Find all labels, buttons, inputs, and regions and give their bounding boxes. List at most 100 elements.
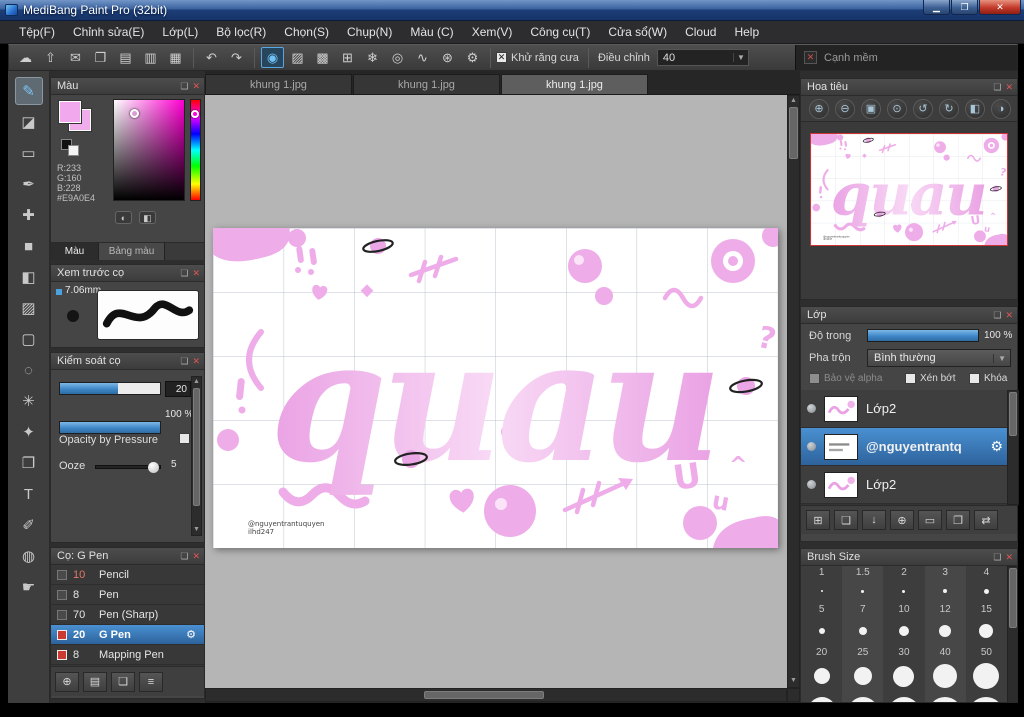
brush-settings-gear-icon[interactable]: ⚙ xyxy=(186,628,196,641)
bucket-tool[interactable]: ◧ xyxy=(15,263,43,291)
size-dot[interactable] xyxy=(883,659,925,693)
duplicate-layer-button[interactable]: ❏ xyxy=(834,510,858,530)
text-tool[interactable]: T xyxy=(15,480,43,508)
new-brush-button[interactable]: ▤ xyxy=(83,671,107,692)
brush-menu-button[interactable]: ≡ xyxy=(139,671,163,692)
zoom-actual-icon[interactable]: ⊙ xyxy=(887,98,907,119)
undo-icon[interactable]: ↶ xyxy=(200,47,223,68)
brush-row-gpen-selected[interactable]: 20 G Pen ⚙ xyxy=(51,625,204,645)
mini-swatch-white[interactable] xyxy=(68,145,79,156)
size-label[interactable]: 40 xyxy=(924,646,966,659)
size-label[interactable]: 20 xyxy=(801,646,843,659)
size-dot[interactable] xyxy=(965,616,1007,646)
float-panel-icon[interactable]: ❏ xyxy=(993,82,1001,93)
adjust-combo[interactable]: 40 ▼ xyxy=(656,49,749,66)
brush-size-scrollbar[interactable] xyxy=(1007,566,1017,702)
ooze-slider-knob[interactable] xyxy=(148,462,159,473)
brush-row-mapping-pen[interactable]: 8 Mapping Pen xyxy=(51,645,204,665)
chevron-down-icon[interactable]: ▼ xyxy=(733,53,748,62)
size-dot[interactable] xyxy=(842,616,884,646)
copy-layer-button[interactable]: ❐ xyxy=(946,510,970,530)
size-dot[interactable] xyxy=(883,616,925,646)
menu-edit[interactable]: Chỉnh sửa(E) xyxy=(64,21,153,43)
zoom-in-icon[interactable]: ⊕ xyxy=(809,98,829,119)
brush-shape-rotate-icon[interactable]: ⊛ xyxy=(436,47,459,68)
size-label[interactable]: 30 xyxy=(883,646,925,659)
move-tool[interactable]: ✚ xyxy=(15,201,43,229)
size-dot[interactable] xyxy=(924,579,966,603)
size-label[interactable]: 7 xyxy=(842,603,884,616)
comment-icon[interactable]: ✉ xyxy=(64,47,87,68)
close-panel-icon[interactable]: ✕ xyxy=(192,551,200,562)
size-label[interactable]: 12 xyxy=(924,603,966,616)
canvas-workspace[interactable]: quau U u ^ ? @nguyentrantuquyen ilhd247 xyxy=(205,95,787,688)
close-button[interactable]: ✕ xyxy=(979,0,1021,15)
menu-snap[interactable]: Chụp(N) xyxy=(338,21,401,43)
float-panel-icon[interactable]: ❏ xyxy=(993,552,1001,563)
menu-file[interactable]: Tệp(F) xyxy=(10,21,64,43)
rectangle-tool[interactable]: ▭ xyxy=(15,139,43,167)
scroll-up-icon[interactable]: ▲ xyxy=(192,377,201,387)
rotate-left-icon[interactable]: ↺ xyxy=(913,98,933,119)
open-canvas-icon[interactable]: ▥ xyxy=(139,47,162,68)
document-tab-1[interactable]: khung 1.jpg xyxy=(205,74,352,94)
brush-shape-circle-icon[interactable]: ◉ xyxy=(261,47,284,68)
close-panel-icon[interactable]: ✕ xyxy=(1005,310,1013,321)
size-label[interactable]: 10 xyxy=(883,603,925,616)
menu-color[interactable]: Màu (C) xyxy=(401,21,462,43)
alpha-protect-checkbox[interactable] xyxy=(809,373,820,384)
menu-window[interactable]: Cửa sổ(W) xyxy=(599,21,676,43)
float-panel-icon[interactable]: ❏ xyxy=(993,310,1001,321)
size-dot[interactable] xyxy=(842,659,884,693)
layer-settings-gear-icon[interactable]: ⚙ xyxy=(990,438,1003,455)
minimize-button[interactable]: ▁ xyxy=(923,0,950,15)
size-label[interactable]: 5 xyxy=(801,603,843,616)
size-dot[interactable] xyxy=(965,659,1007,693)
size-label[interactable]: 15 xyxy=(965,603,1007,616)
size-label[interactable]: 25 xyxy=(842,646,884,659)
lock-checkbox[interactable] xyxy=(969,373,980,384)
lasso-tool[interactable]: ◌ xyxy=(15,356,43,384)
size-dot[interactable] xyxy=(924,693,966,702)
close-panel-icon[interactable]: ✕ xyxy=(192,268,200,279)
layer-opacity-slider[interactable] xyxy=(867,329,979,342)
size-dot[interactable] xyxy=(965,579,1007,603)
divide-tool[interactable]: ❐ xyxy=(15,449,43,477)
canvas-vertical-scrollbar[interactable]: ▲ ▼ xyxy=(787,95,800,688)
document-tab-2[interactable]: khung 1.jpg xyxy=(353,74,500,94)
redo-icon[interactable]: ↷ xyxy=(225,47,248,68)
add-brush-button[interactable]: ⊕ xyxy=(55,671,79,692)
brush-row-pen-sharp[interactable]: 70 Pen (Sharp) xyxy=(51,605,204,625)
size-dot[interactable] xyxy=(801,616,843,646)
zoom-fit-icon[interactable]: ▣ xyxy=(861,98,881,119)
brush-shape-grid-icon[interactable]: ⊞ xyxy=(336,47,359,68)
eyedropper-small-icon[interactable]: ◐ xyxy=(115,211,132,224)
layer-visible-toggle[interactable] xyxy=(807,442,816,451)
size-dot[interactable] xyxy=(842,693,884,702)
new-canvas-icon[interactable]: ▤ xyxy=(114,47,137,68)
size-label[interactable]: 1.5 xyxy=(842,566,884,579)
size-dot[interactable] xyxy=(801,659,843,693)
new-folder-button[interactable]: ▭ xyxy=(918,510,942,530)
blend-mode-select[interactable]: Bình thường ▼ xyxy=(867,349,1011,367)
pen-tool[interactable]: ✒ xyxy=(15,170,43,198)
close-panel-icon[interactable]: ✕ xyxy=(1005,82,1013,93)
brush-size-slider[interactable] xyxy=(59,382,161,395)
select-rect-tool[interactable]: ▢ xyxy=(15,325,43,353)
brush-tool[interactable]: ✎ xyxy=(14,77,43,105)
brush-opacity-slider[interactable] xyxy=(59,421,161,434)
menu-view[interactable]: Xem(V) xyxy=(463,21,522,43)
saturation-value-box[interactable] xyxy=(113,99,185,201)
settings-gear-icon[interactable]: ⚙ xyxy=(461,47,484,68)
size-dot[interactable] xyxy=(801,579,843,603)
soft-edge-close-icon[interactable]: ✕ xyxy=(804,51,817,64)
operation-tool[interactable]: ✦ xyxy=(15,418,43,446)
close-panel-icon[interactable]: ✕ xyxy=(192,81,200,92)
menu-select[interactable]: Chọn(S) xyxy=(275,21,338,43)
artboard[interactable]: quau U u ^ ? @nguyentrantuquyen ilhd247 xyxy=(207,220,787,548)
artwork[interactable]: quau U u ^ ? @nguyentrantuquyen ilhd247 xyxy=(207,220,787,548)
size-label[interactable]: 3 xyxy=(924,566,966,579)
layer-transfer-button[interactable]: ⇄ xyxy=(974,510,998,530)
size-label[interactable]: 50 xyxy=(965,646,1007,659)
menu-layer[interactable]: Lớp(L) xyxy=(153,21,207,43)
